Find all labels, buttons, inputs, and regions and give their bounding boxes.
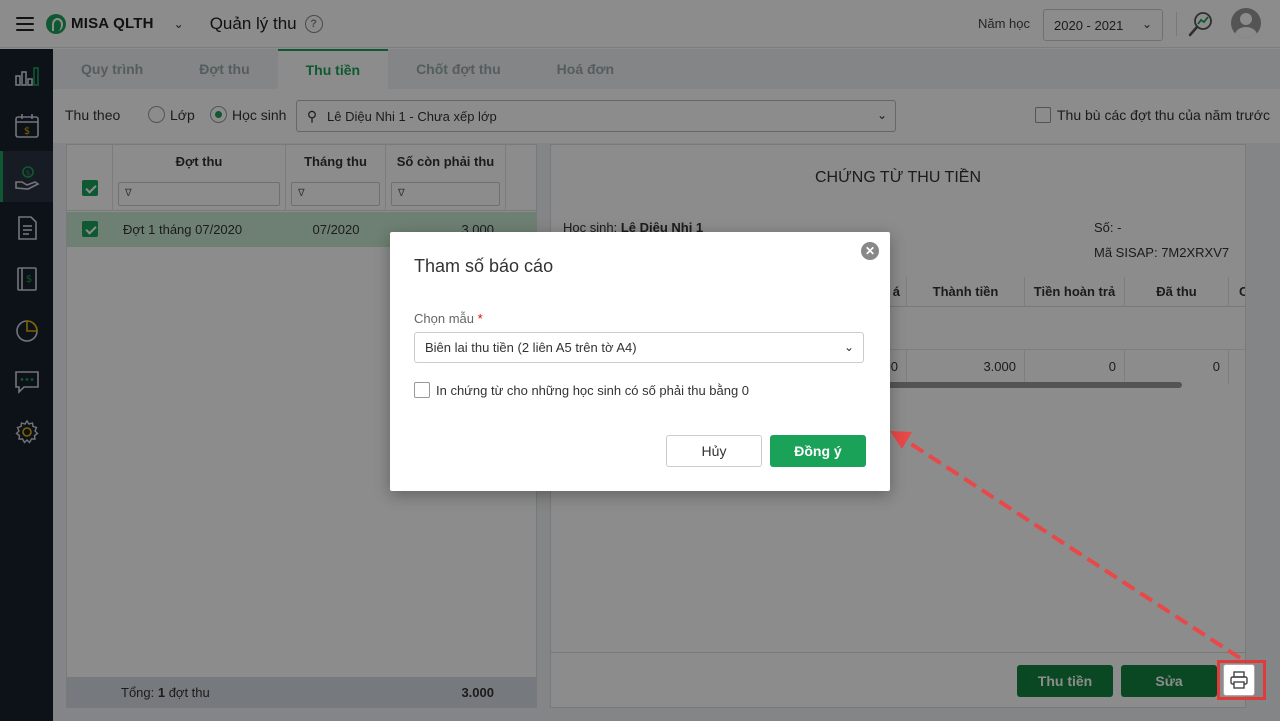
zero-amount-option[interactable]: In chứng từ cho những học sinh có số phả… bbox=[414, 382, 749, 398]
dialog-title: Tham số báo cáo bbox=[414, 256, 554, 276]
ok-button[interactable]: Đồng ý bbox=[770, 435, 866, 467]
report-params-dialog: Tham số báo cáo ✕ Chọn mẫu * Biên lai th… bbox=[390, 232, 890, 491]
checkbox[interactable] bbox=[414, 382, 430, 398]
template-label-text: Chọn mẫu bbox=[414, 311, 474, 326]
cancel-button[interactable]: Hủy bbox=[666, 435, 762, 467]
template-value: Biên lai thu tiền (2 liên A5 trên tờ A4) bbox=[425, 340, 637, 355]
zero-check-label: In chứng từ cho những học sinh có số phả… bbox=[436, 382, 750, 398]
template-label: Chọn mẫu * bbox=[414, 311, 483, 326]
close-icon[interactable]: ✕ bbox=[861, 242, 879, 260]
chevron-down-icon: ⌄ bbox=[843, 340, 854, 354]
required-mark: * bbox=[477, 311, 483, 326]
template-select[interactable]: Biên lai thu tiền (2 liên A5 trên tờ A4)… bbox=[414, 332, 864, 363]
